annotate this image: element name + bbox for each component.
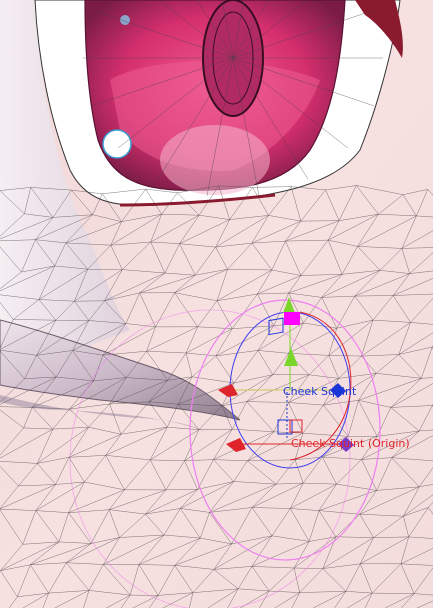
eye-specular-large xyxy=(102,129,132,159)
bone-label-cheek-squint-origin[interactable]: Cheek Squint (Origin) xyxy=(291,438,410,450)
viewport-3d[interactable] xyxy=(0,0,433,608)
iris-glow xyxy=(160,125,270,195)
bone-label-cheek-squint[interactable]: Cheek Squint xyxy=(283,386,356,398)
scale-handle-magenta[interactable] xyxy=(284,312,300,325)
